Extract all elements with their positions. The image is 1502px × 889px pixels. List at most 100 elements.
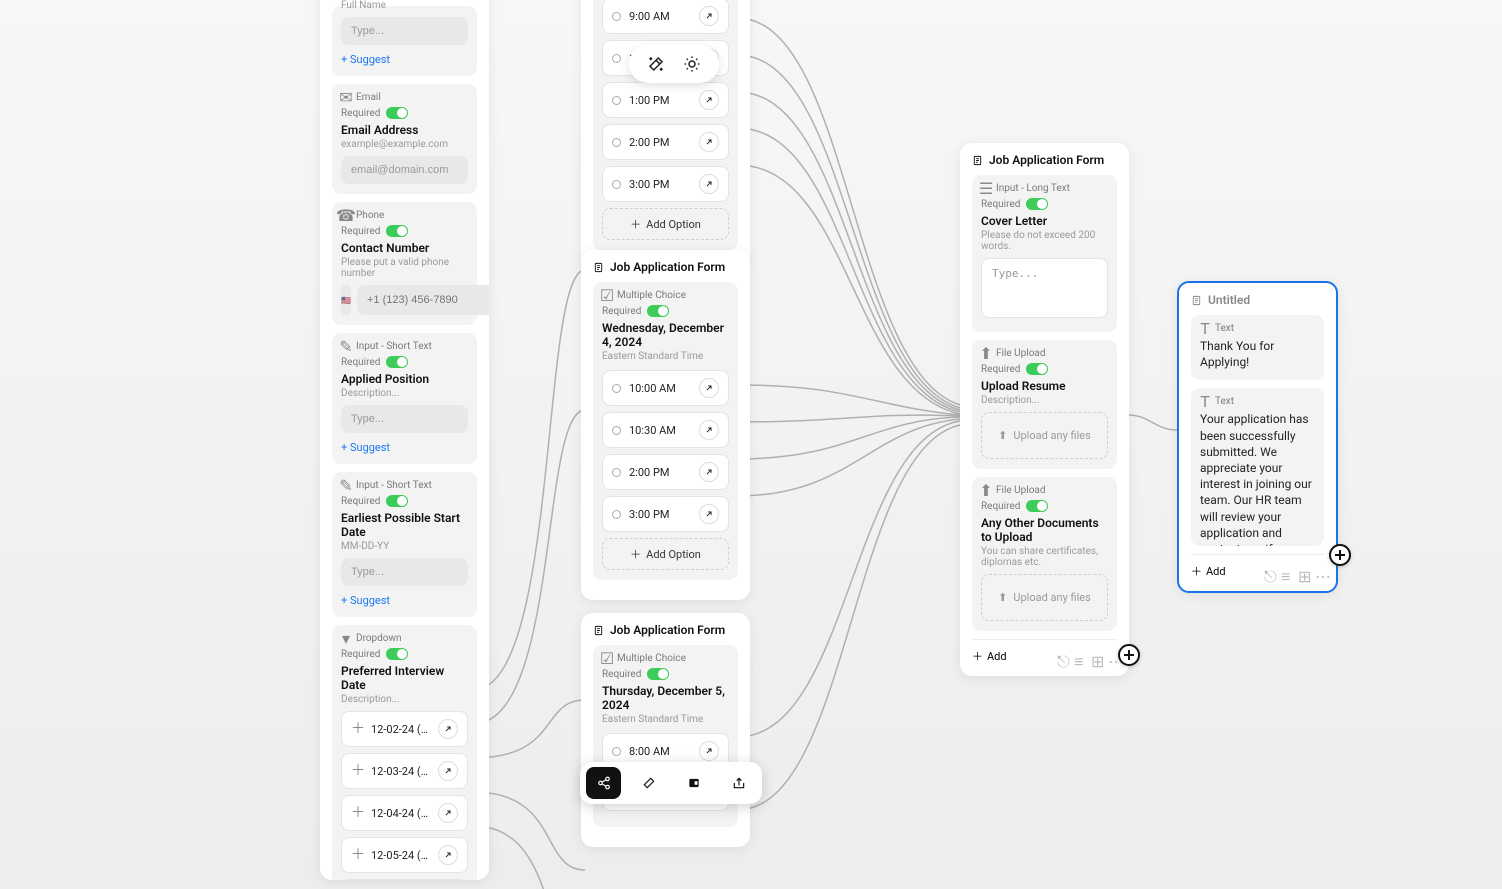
icon-b[interactable]: ≡ (1281, 567, 1290, 576)
start-date-input[interactable] (341, 558, 468, 586)
required-toggle[interactable] (386, 356, 408, 368)
icon-c[interactable]: ⊞ (1091, 652, 1100, 661)
time-option[interactable]: 1:00 PM (602, 82, 729, 118)
icon-c[interactable]: ⊞ (1298, 567, 1307, 576)
cover-letter-input[interactable] (981, 258, 1108, 318)
suggest-link[interactable]: + Suggest (341, 441, 468, 454)
icon-d[interactable]: ⋯ (1108, 652, 1117, 661)
branch-arrow-button[interactable] (699, 90, 719, 110)
magic-wand-icon[interactable] (647, 55, 665, 73)
required-label: Required (602, 669, 641, 680)
radio-icon (612, 384, 621, 393)
form-icon (972, 155, 983, 166)
plus-icon: ＋ (351, 765, 363, 777)
suggest-link[interactable]: + Suggest (341, 53, 468, 66)
radio-icon (612, 510, 621, 519)
field-type: Input - Short Text (356, 341, 432, 352)
field-desc: example@example.com (341, 139, 468, 150)
branch-arrow-button[interactable] (438, 845, 458, 865)
branch-arrow-button[interactable] (699, 420, 719, 440)
add-option-button[interactable]: ＋ Add Option (602, 538, 729, 570)
branch-arrow-button[interactable] (699, 132, 719, 152)
branch-arrow-button[interactable] (438, 719, 458, 739)
upload-zone[interactable]: ⬆ Upload any files (981, 412, 1108, 459)
branch-arrow-button[interactable] (699, 378, 719, 398)
radio-icon (612, 468, 621, 477)
time-option[interactable]: 10:00 AM (602, 370, 729, 406)
panel-button[interactable] (676, 767, 711, 799)
required-label: Required (341, 649, 380, 660)
dropdown-option[interactable]: ＋12-05-24 (Thursday) (341, 837, 468, 873)
branch-arrow-button[interactable] (699, 6, 719, 26)
add-button[interactable]: ＋ Add (972, 648, 1007, 664)
required-toggle[interactable] (1026, 198, 1048, 210)
form-icon (593, 262, 604, 273)
floating-toolbar-top (629, 45, 719, 83)
required-toggle[interactable] (386, 495, 408, 507)
dropdown-option[interactable]: ＋12-02-24 (Monday) (341, 711, 468, 747)
required-toggle[interactable] (1026, 500, 1048, 512)
required-toggle[interactable] (647, 305, 669, 317)
add-button[interactable]: ＋ Add (1191, 563, 1226, 579)
form-icon (1191, 295, 1202, 306)
option-text: 12-02-24 (Monday) (371, 723, 430, 736)
export-button[interactable] (721, 767, 756, 799)
time-option[interactable]: 3:00 PM (602, 496, 729, 532)
text-icon: ✎ (341, 481, 351, 491)
time-option[interactable]: 9:00 AM (602, 0, 729, 34)
suggest-link[interactable]: + Suggest (341, 594, 468, 607)
option-text: 12-05-24 (Thursday) (371, 849, 430, 862)
required-toggle[interactable] (1026, 363, 1048, 375)
required-label: Required (981, 199, 1020, 210)
branch-arrow-button[interactable] (699, 504, 719, 524)
field-desc: Full Name (341, 0, 468, 11)
time-option[interactable]: 10:30 AM (602, 412, 729, 448)
email-input[interactable] (341, 156, 468, 184)
icon-b[interactable]: ≡ (1074, 652, 1083, 661)
required-toggle[interactable] (386, 107, 408, 119)
required-toggle[interactable] (386, 648, 408, 660)
choice-icon: ☑ (602, 291, 612, 301)
icon-a[interactable]: ⎋ (1264, 567, 1273, 576)
phone-input[interactable] (357, 285, 489, 315)
branch-arrow-button[interactable] (699, 741, 719, 761)
option-text: 2:00 PM (629, 466, 691, 479)
branch-arrow-button[interactable] (438, 803, 458, 823)
required-toggle[interactable] (647, 668, 669, 680)
field-desc: Description... (341, 388, 468, 399)
dropdown-option[interactable]: ＋12-06-24 (Friday) (341, 879, 468, 880)
dropdown-option[interactable]: ＋12-04-24 (Wednesda (341, 795, 468, 831)
add-node-port[interactable] (1118, 644, 1140, 666)
icon-d[interactable]: ⋯ (1315, 567, 1324, 576)
share-button[interactable] (586, 767, 621, 799)
plus-icon: ＋ (630, 546, 641, 562)
time-option[interactable]: 2:00 PM (602, 454, 729, 490)
branch-arrow-button[interactable] (438, 761, 458, 781)
radio-icon (612, 96, 621, 105)
your-name-input[interactable] (341, 17, 468, 45)
wand-button[interactable] (631, 767, 666, 799)
field-position: ✎ Input - Short Text Required Applied Po… (332, 333, 477, 464)
required-toggle[interactable] (386, 225, 408, 237)
time-options-card-c: Job Application Form ☑ Multiple Choice R… (581, 613, 750, 847)
icon-a[interactable]: ⎋ (1057, 652, 1066, 661)
country-flag-select[interactable]: 🇺🇸 (341, 285, 351, 315)
field-docs-upload: ⬆ File Upload Required Any Other Documen… (972, 477, 1117, 631)
field-cover-letter: ☰ Input - Long Text Required Cover Lette… (972, 175, 1117, 332)
sun-icon[interactable] (683, 55, 701, 73)
time-option[interactable]: 2:00 PM (602, 124, 729, 160)
field-type: Dropdown (356, 633, 402, 644)
add-option-button[interactable]: ＋ Add Option (602, 208, 729, 240)
upload-card: Job Application Form ☰ Input - Long Text… (960, 143, 1129, 676)
branch-arrow-button[interactable] (699, 462, 719, 482)
field-type: Input - Long Text (996, 183, 1070, 194)
dropdown-option[interactable]: ＋12-03-24 (Tuesday) (341, 753, 468, 789)
position-input[interactable] (341, 405, 468, 433)
time-option[interactable]: 3:00 PM (602, 166, 729, 202)
add-node-port[interactable] (1329, 544, 1351, 566)
upload-icon: ⬆ (981, 349, 991, 359)
branch-arrow-button[interactable] (699, 174, 719, 194)
required-label: Required (341, 226, 380, 237)
option-text: 10:30 AM (629, 424, 691, 437)
upload-zone[interactable]: ⬆ Upload any files (981, 574, 1108, 621)
